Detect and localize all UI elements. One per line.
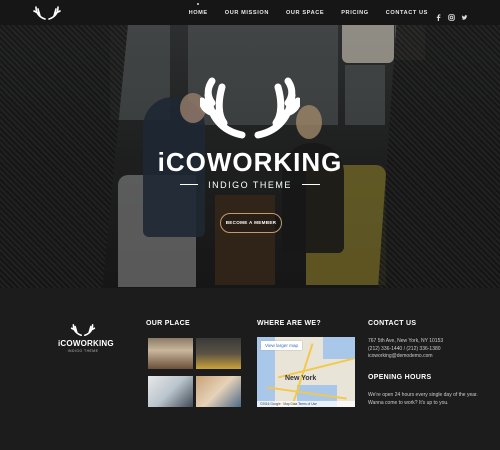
where-heading: WHERE ARE WE? <box>257 320 321 327</box>
nav-pricing[interactable]: PRICING <box>341 10 369 16</box>
footer-logo-name: iCOWORKING <box>58 339 114 348</box>
our-place-heading: OUR PLACE <box>146 320 190 327</box>
location-map[interactable]: View larger map New York ©2016 Google · … <box>257 337 355 407</box>
hero-title: iCOWORKING <box>157 147 343 177</box>
instagram-icon[interactable] <box>448 8 455 21</box>
contact-heading: CONTACT US <box>368 320 417 327</box>
contact-email[interactable]: icoworking@demodemo.com <box>368 353 443 361</box>
subtitle-line-left <box>179 184 198 186</box>
gallery-thumb-4[interactable] <box>196 376 241 407</box>
nav-home[interactable]: HOME <box>189 2 208 16</box>
view-larger-map-button[interactable]: View larger map <box>261 341 303 350</box>
hero-subtitle-text: INDIGO THEME <box>208 179 292 190</box>
contact-phone[interactable]: (212) 336-1440 / (212) 336-1380 <box>368 346 443 354</box>
nav-our-space[interactable]: OUR SPACE <box>286 10 324 16</box>
map-attribution: ©2016 Google · Map Data Terms of Use <box>257 401 355 407</box>
contact-details: 767 5th Ave, New York, NY 10153 (212) 33… <box>368 338 443 361</box>
nav-contact-us[interactable]: CONTACT US <box>386 10 428 16</box>
social-links <box>435 8 468 21</box>
hero-banner: iCOWORKING INDIGO THEME BECOME A MEMBER <box>0 25 500 288</box>
opening-hours-text: We're open 24 hours every single day of … <box>368 392 478 406</box>
become-member-button[interactable]: BECOME A MEMBER <box>220 213 282 233</box>
contact-address: 767 5th Ave, New York, NY 10153 <box>368 338 444 344</box>
main-menu: HOME OUR MISSION OUR SPACE PRICING CONTA… <box>189 0 428 25</box>
gallery-thumb-2[interactable] <box>196 338 241 369</box>
map-water-north <box>323 337 355 359</box>
subtitle-line-right <box>302 184 321 186</box>
gallery-thumb-3[interactable] <box>148 376 193 407</box>
opening-hours-heading: OPENING HOURS <box>368 374 432 381</box>
footer-logo-tag: INDIGO THEME <box>67 349 99 353</box>
hero-subtitle: INDIGO THEME <box>0 176 500 194</box>
antler-footer-icon <box>70 323 96 337</box>
nav-our-mission[interactable]: OUR MISSION <box>225 10 269 16</box>
facebook-icon[interactable] <box>435 8 442 21</box>
gallery-thumb-1[interactable] <box>148 338 193 369</box>
twitter-icon[interactable] <box>461 8 468 20</box>
map-city-label: New York <box>285 375 317 382</box>
footer: iCOWORKING INDIGO THEME OUR PLACE WHERE … <box>0 288 500 450</box>
top-navbar: HOME OUR MISSION OUR SPACE PRICING CONTA… <box>0 0 500 25</box>
antler-logo-icon[interactable] <box>33 5 61 21</box>
footer-logo[interactable]: iCOWORKING INDIGO THEME <box>58 323 114 353</box>
antler-hero-logo-icon <box>200 77 300 139</box>
